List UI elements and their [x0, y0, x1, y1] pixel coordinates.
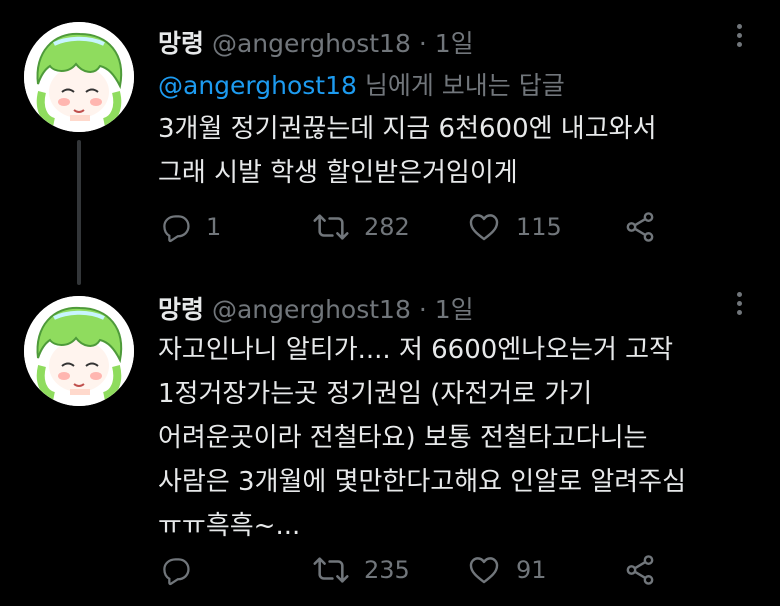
tweet-text-line: ㅠㅠ흑흑~...	[158, 511, 301, 541]
tweet-text: 자고인나니 알티가.... 저 6600엔나오는거 고작 1정거장가는곳 정기권…	[158, 328, 686, 548]
tweet-text-line: 3개월 정기권끊는데 지금 6천600엔 내고와서	[158, 114, 657, 144]
tweet[interactable]: 망령 @angerghost18 · 1일 @angerghost18 님에게 …	[0, 0, 780, 290]
share-button[interactable]	[623, 207, 657, 247]
reply-button[interactable]	[158, 550, 206, 590]
separator-dot: ·	[418, 295, 427, 324]
tweet-text-line: 어려운곳이라 전철타요) 보통 전철타고다니는	[158, 423, 648, 453]
tweet[interactable]: 망령 @angerghost18 · 1일 자고인나니 알티가.... 저 66…	[0, 290, 780, 606]
retweet-icon	[313, 214, 349, 240]
tweet-actions: 1 282 115	[0, 207, 780, 247]
reply-count: 1	[206, 213, 222, 241]
user-handle[interactable]: @angerghost18	[212, 29, 411, 58]
like-count: 115	[516, 213, 562, 241]
tweet-actions: 235 91	[0, 550, 780, 590]
share-icon	[626, 212, 654, 242]
like-button[interactable]: 115	[466, 207, 562, 247]
like-button[interactable]: 91	[466, 550, 547, 590]
heart-icon	[469, 214, 499, 241]
avatar[interactable]	[24, 296, 134, 406]
more-options-icon[interactable]	[728, 24, 750, 54]
tweet-text: 3개월 정기권끊는데 지금 6천600엔 내고와서 그래 시발 학생 할인받은거…	[158, 107, 657, 195]
share-button[interactable]	[623, 550, 657, 590]
reply-mention-link[interactable]: @angerghost18	[158, 71, 357, 100]
tweet-text-line: 그래 시발 학생 할인받은거임이게	[158, 158, 518, 188]
reply-icon	[163, 558, 190, 586]
tweet-header: 망령 @angerghost18 · 1일	[158, 290, 474, 326]
tweet-header: 망령 @angerghost18 · 1일	[158, 24, 474, 60]
tweet-text-line: 사람은 3개월에 몇만한다고해요 인알로 알려주심	[158, 467, 687, 497]
tweet-text-line: 자고인나니 알티가.... 저 6600엔나오는거 고작	[158, 335, 674, 365]
heart-icon	[469, 557, 499, 584]
retweet-count: 282	[364, 213, 410, 241]
reply-to-label: 님에게 보내는 답글	[356, 71, 565, 100]
display-name[interactable]: 망령	[158, 295, 204, 324]
retweet-count: 235	[364, 556, 410, 584]
retweet-icon	[313, 557, 349, 583]
avatar-illustration	[24, 22, 134, 132]
retweet-button[interactable]: 282	[312, 207, 410, 247]
separator-dot: ·	[418, 29, 427, 58]
reply-button[interactable]: 1	[158, 207, 221, 247]
share-icon	[626, 555, 654, 585]
display-name[interactable]: 망령	[158, 29, 204, 58]
reply-icon	[163, 215, 190, 243]
user-handle[interactable]: @angerghost18	[212, 295, 411, 324]
more-options-icon[interactable]	[728, 292, 750, 322]
timestamp[interactable]: 1일	[435, 295, 474, 324]
retweet-button[interactable]: 235	[312, 550, 410, 590]
avatar-illustration	[24, 296, 134, 406]
like-count: 91	[516, 556, 547, 584]
tweet-text-line: 1정거장가는곳 정기권임 (자전거로 가기	[158, 379, 593, 409]
timestamp[interactable]: 1일	[435, 29, 474, 58]
replying-to: @angerghost18 님에게 보내는 답글	[158, 66, 565, 102]
avatar[interactable]	[24, 22, 134, 132]
